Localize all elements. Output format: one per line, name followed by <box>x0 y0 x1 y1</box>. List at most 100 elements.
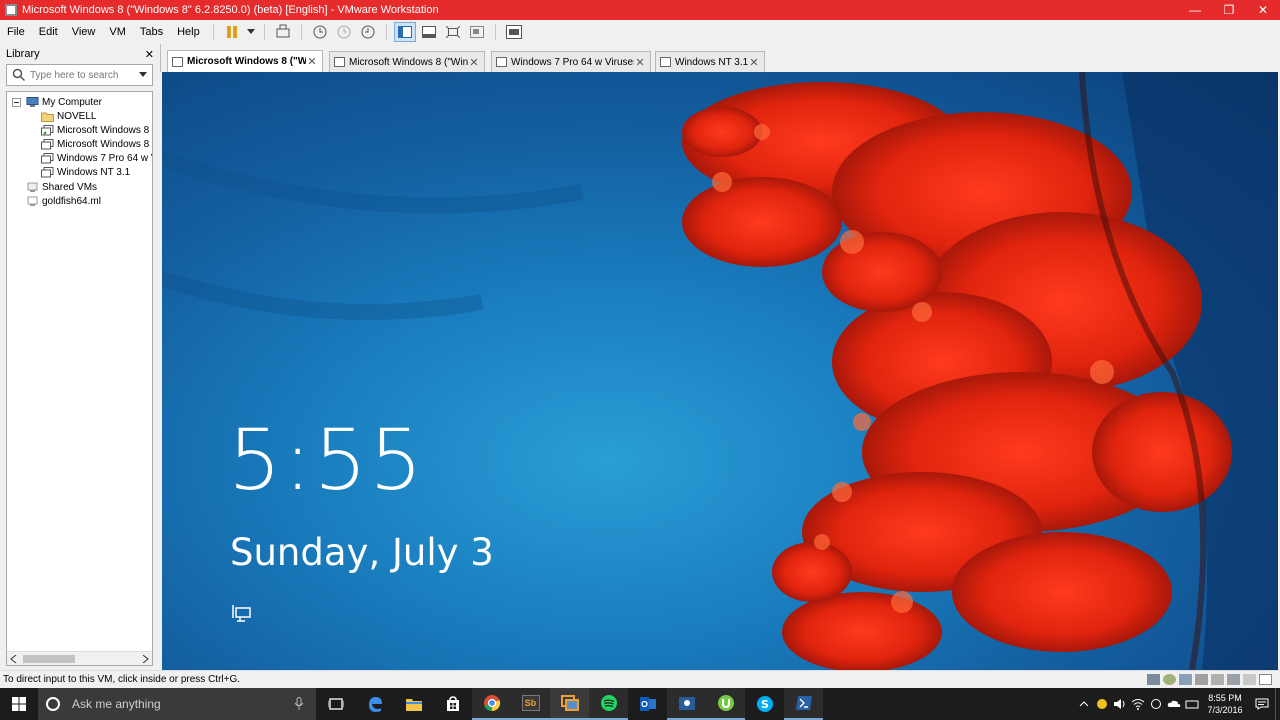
show-library-button[interactable] <box>393 22 416 42</box>
revert-snapshot-icon <box>337 25 351 39</box>
sync-icon <box>1151 699 1161 709</box>
taskbar-sublime[interactable]: Sb <box>511 688 550 720</box>
vm-display[interactable]: 5:55 Sunday, July 3 <box>162 72 1278 670</box>
tree-item-label: goldfish64.ml <box>42 195 101 207</box>
revert-snapshot-button[interactable] <box>333 22 355 42</box>
tree-item-shared-vms[interactable]: Shared VMs <box>26 180 97 194</box>
menu-file[interactable]: File <box>0 20 32 44</box>
taskbar-utorrent[interactable] <box>706 688 745 720</box>
menu-tabs[interactable]: Tabs <box>133 20 170 44</box>
library-search-box[interactable]: Type here to search <box>6 64 153 86</box>
show-hidden-icons-button[interactable] <box>1075 701 1093 707</box>
menu-help[interactable]: Help <box>170 20 207 44</box>
snapshot-manager-button[interactable] <box>357 22 379 42</box>
tree-item-label: Windows NT 3.1 <box>57 166 131 178</box>
start-button[interactable] <box>0 688 38 720</box>
tray-app-icon[interactable] <box>1147 698 1165 710</box>
tree-item-vm-windows7[interactable]: Windows 7 Pro 64 w Vi <box>41 151 152 165</box>
suspend-button[interactable] <box>221 22 243 42</box>
taskbar-outlook[interactable] <box>628 688 667 720</box>
taskbar-file-explorer[interactable] <box>394 688 433 720</box>
tab-label: Microsoft Windows 8 ("Wi... <box>187 56 306 67</box>
spotify-icon <box>600 695 617 711</box>
edge-icon <box>368 697 382 712</box>
taskbar-skype[interactable]: S <box>745 688 784 720</box>
show-desktop-button[interactable] <box>1275 688 1280 720</box>
powershell-icon <box>795 696 812 710</box>
close-button[interactable]: ✕ <box>1246 0 1280 20</box>
collapse-icon[interactable] <box>12 97 21 107</box>
chevron-down-icon[interactable] <box>139 72 147 78</box>
menu-view[interactable]: View <box>65 20 103 44</box>
horizontal-scrollbar[interactable] <box>7 651 152 665</box>
sublime-icon: Sb <box>521 695 540 711</box>
task-view-button[interactable] <box>316 688 355 720</box>
power-dropdown-button[interactable] <box>245 22 257 42</box>
wifi-icon <box>1131 699 1145 710</box>
scrollbar-thumb[interactable] <box>23 655 75 663</box>
full-screen-button[interactable] <box>442 22 464 42</box>
printer-icon[interactable] <box>1227 674 1240 685</box>
thumbnail-bar-button[interactable] <box>418 22 440 42</box>
vm-icon <box>496 57 507 67</box>
tree-item-label: Microsoft Windows 8 ( <box>57 124 153 136</box>
tree-item-my-computer[interactable]: My Computer <box>12 95 102 109</box>
hard-disk-icon[interactable] <box>1147 674 1160 685</box>
console-view-button[interactable] <box>503 22 525 42</box>
sound-card-icon[interactable] <box>1211 674 1224 685</box>
system-tray: 8:55 PM 7/3/2016 <box>1075 688 1280 720</box>
taskbar-clock[interactable]: 8:55 PM 7/3/2016 <box>1201 692 1249 716</box>
network-adapter-icon[interactable] <box>1179 674 1192 685</box>
tab-vm-windows-nt[interactable]: Windows NT 3.1 ✕ <box>655 51 765 72</box>
tree-item-remote-host[interactable]: goldfish64.ml <box>26 194 101 208</box>
volume-button[interactable] <box>1111 698 1129 710</box>
skype-icon: S <box>756 696 773 712</box>
microphone-icon[interactable] <box>294 697 304 711</box>
tree-item-vm-windows8-b[interactable]: Microsoft Windows 8 ( <box>41 137 152 151</box>
tab-close-button[interactable]: ✕ <box>468 56 480 69</box>
tree-item-vm-windows-nt[interactable]: Windows NT 3.1 <box>41 165 130 179</box>
restore-button[interactable]: ❐ <box>1212 0 1246 20</box>
cortana-search-input[interactable]: Ask me anything <box>72 697 294 711</box>
computer-icon <box>26 96 39 107</box>
tab-vm-windows8[interactable]: Microsoft Windows 8 ("Windo... ✕ <box>329 51 485 72</box>
library-close-button[interactable]: ✕ <box>145 48 154 61</box>
action-center-button[interactable] <box>1249 698 1275 710</box>
taskbar-powershell[interactable] <box>784 688 823 720</box>
tree-item-novell[interactable]: NOVELL <box>41 109 96 123</box>
take-snapshot-button[interactable] <box>309 22 331 42</box>
message-log-icon[interactable] <box>1259 674 1272 685</box>
tab-vm-windows8-active[interactable]: Microsoft Windows 8 ("Wi... ✕ <box>167 50 323 72</box>
taskbar-spotify[interactable] <box>589 688 628 720</box>
display-icon[interactable] <box>1243 674 1256 685</box>
tray-app-icon[interactable] <box>1183 698 1201 710</box>
taskbar-store[interactable] <box>433 688 472 720</box>
network-button[interactable] <box>1129 698 1147 710</box>
cortana-search-box[interactable]: Ask me anything <box>38 688 316 720</box>
taskbar-vmware[interactable] <box>550 688 589 720</box>
taskbar-chrome[interactable] <box>472 688 511 720</box>
tray-app-icon[interactable] <box>1093 698 1111 710</box>
tab-vm-windows7[interactable]: Windows 7 Pro 64 w Viruses ✕ <box>491 51 651 72</box>
vm-icon <box>334 57 345 67</box>
menu-edit[interactable]: Edit <box>32 20 65 44</box>
tray-app-icon[interactable] <box>1165 698 1183 710</box>
tab-close-button[interactable]: ✕ <box>306 55 318 68</box>
send-ctrl-alt-del-button[interactable] <box>272 22 294 42</box>
usb-controller-icon[interactable] <box>1195 674 1208 685</box>
library-search-input[interactable]: Type here to search <box>30 70 139 81</box>
scroll-right-icon[interactable] <box>141 655 149 663</box>
scroll-left-icon[interactable] <box>10 655 18 663</box>
library-panel: Library ✕ Type here to search My Compute… <box>0 44 160 670</box>
menu-vm[interactable]: VM <box>102 20 133 44</box>
tab-close-button[interactable]: ✕ <box>748 56 760 69</box>
library-title: Library <box>6 48 40 60</box>
taskbar-edge[interactable] <box>355 688 394 720</box>
vm-icon <box>172 56 183 67</box>
minimize-button[interactable]: — <box>1178 0 1212 20</box>
taskbar-keepass[interactable] <box>667 688 706 720</box>
cd-dvd-icon[interactable] <box>1163 674 1176 685</box>
tab-close-button[interactable]: ✕ <box>634 56 646 69</box>
unity-button[interactable] <box>466 22 488 42</box>
tree-item-vm-windows8-a[interactable]: Microsoft Windows 8 ( <box>41 123 153 137</box>
